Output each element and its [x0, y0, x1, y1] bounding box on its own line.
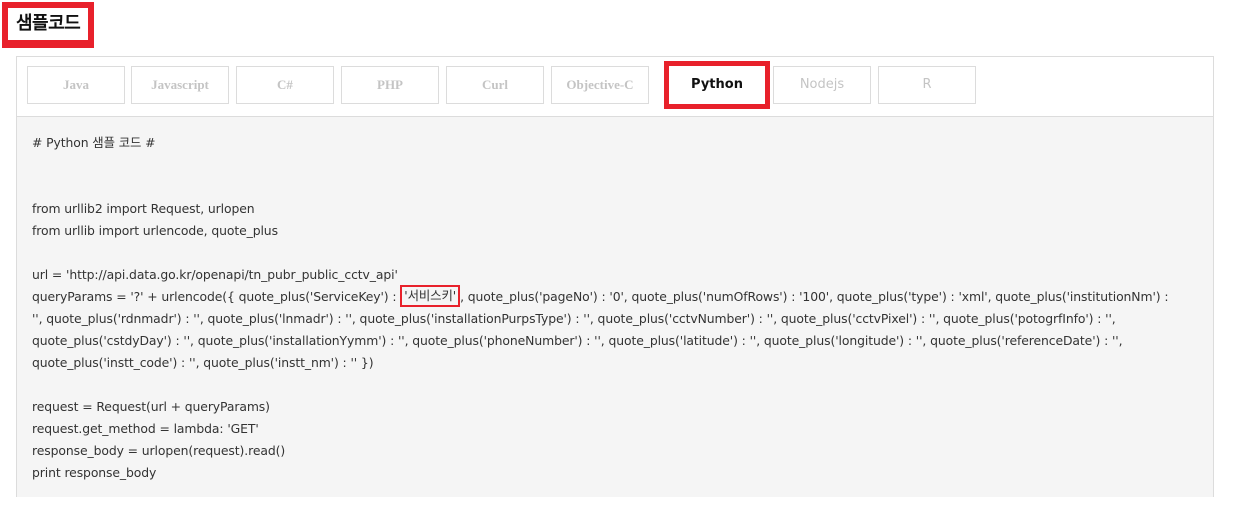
- code-block: # Python 샘플 코드 # from urllib2 import Req…: [17, 117, 1213, 497]
- code-query-params-1: queryParams = '?' + urlencode({ quote_pl…: [32, 285, 1201, 308]
- code-request: request = Request(url + queryParams): [32, 399, 270, 414]
- code-response: response_body = urlopen(request).read(): [32, 443, 286, 458]
- service-key-placeholder: '서비스키': [400, 285, 461, 307]
- code-query-rest: , quote_plus('pageNo') : '0', quote_plus…: [460, 289, 1169, 304]
- code-import-urllib2: from urllib2 import Request, urlopen: [32, 201, 255, 216]
- code-query-params-2: '', quote_plus('rdnmadr') : '', quote_pl…: [32, 311, 1116, 326]
- tab-csharp[interactable]: C#: [236, 66, 334, 104]
- section-title: 샘플코드: [8, 8, 89, 40]
- tab-python[interactable]: Python: [669, 66, 765, 104]
- code-query-params-4: quote_plus('instt_code') : '', quote_plu…: [32, 355, 374, 370]
- tab-curl[interactable]: Curl: [446, 66, 544, 104]
- language-tab-bar: Java Javascript C# PHP Curl Objective-C …: [17, 57, 1213, 117]
- tab-nodejs[interactable]: Nodejs: [773, 66, 871, 104]
- sample-code-panel: Java Javascript C# PHP Curl Objective-C …: [16, 56, 1214, 497]
- code-query-params-3: quote_plus('cstdyDay') : '', quote_plus(…: [32, 333, 1123, 348]
- section-title-highlight: 샘플코드: [2, 2, 94, 48]
- tab-objective-c[interactable]: Objective-C: [551, 66, 649, 104]
- tab-javascript[interactable]: Javascript: [131, 66, 229, 104]
- tab-r[interactable]: R: [878, 66, 976, 104]
- code-method: request.get_method = lambda: 'GET': [32, 421, 259, 436]
- code-import-urllib: from urllib import urlencode, quote_plus: [32, 223, 278, 238]
- code-text: # Python 샘플 코드 # from urllib2 import Req…: [32, 132, 1201, 484]
- tab-java[interactable]: Java: [27, 66, 125, 104]
- code-query-prefix: queryParams = '?' + urlencode({ quote_pl…: [32, 289, 401, 304]
- code-url: url = 'http://api.data.go.kr/openapi/tn_…: [32, 267, 398, 282]
- tab-python-highlight: Python: [664, 61, 770, 109]
- code-print: print response_body: [32, 465, 157, 480]
- tab-php[interactable]: PHP: [341, 66, 439, 104]
- code-comment: # Python 샘플 코드 #: [32, 135, 156, 150]
